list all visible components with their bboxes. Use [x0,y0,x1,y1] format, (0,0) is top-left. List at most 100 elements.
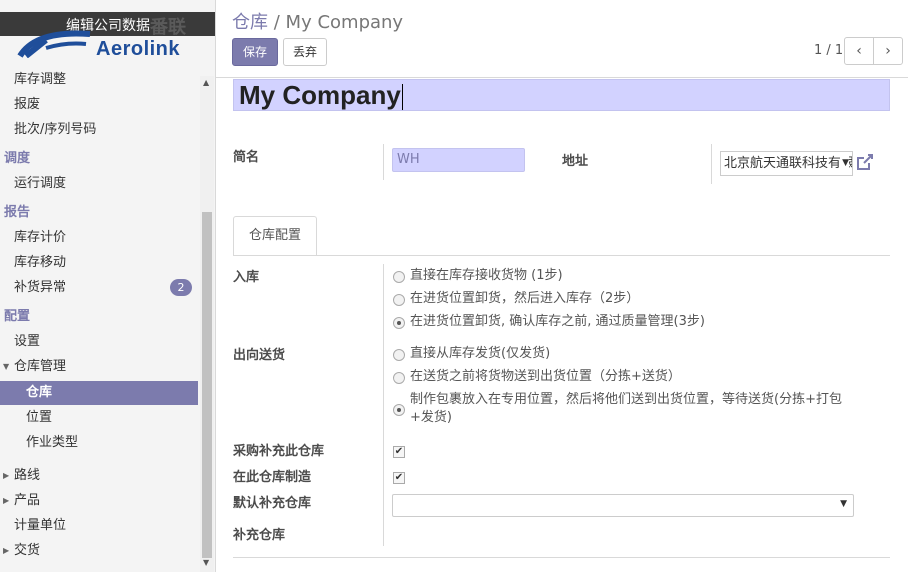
sidebar-item-label: 位置 [26,410,53,425]
tab-underline [233,255,890,256]
short-name-input[interactable]: WH [392,148,525,172]
incoming-two-steps-radio[interactable] [393,294,405,306]
incoming-option-label: 在进货位置卸货，然后进入库存（2步） [410,291,640,306]
sidebar-item-locations[interactable]: 位置 [0,406,198,430]
exception-count-badge: 2 [170,279,192,296]
tab-warehouse-configuration[interactable]: 仓库配置 [233,216,317,256]
breadcrumb-parent-link[interactable]: 仓库 [232,12,268,33]
sidebar-item-stock-valuation[interactable]: 库存计价 [0,226,198,250]
manufacture-label: 在此仓库制造 [233,470,312,485]
caret-right-icon: ▶ [3,546,10,555]
incoming-option-label: 直接在库存接收货物 (1步) [410,268,563,283]
incoming-three-steps-radio[interactable] [393,317,405,329]
scrollbar-thumb[interactable] [202,212,212,558]
buy-resupply-checkbox[interactable]: ✔ [393,446,405,458]
default-resupply-select[interactable]: ▼ [392,494,854,517]
outgoing-pick-pack-ship-radio[interactable] [393,404,405,416]
scroll-up-icon[interactable]: ▲ [203,78,209,87]
section-divider [233,557,890,558]
sidebar-item-label: 计量单位 [14,518,67,533]
caret-down-icon: ▼ [3,362,10,371]
sidebar-item-warehouses[interactable]: 仓库 [0,381,198,405]
sidebar-section-scheduling: 调度 [4,151,31,166]
checkmark-icon: ✔ [394,472,404,483]
field-divider [383,144,384,180]
sidebar-item-procurement-exceptions[interactable]: 补货异常 2 [0,276,198,300]
sidebar-item-label: 交货 [14,543,41,558]
outgoing-option-label: 在送货之前将货物送到出货位置（分拣+送货） [410,369,681,384]
sidebar-item-label: 路线 [14,468,41,483]
breadcrumb-separator: / [273,12,280,33]
pager-next-button[interactable]: › [873,37,903,65]
sidebar-item-lots-serials[interactable]: 批次/序列号码 [0,118,198,142]
sidebar-item-routes[interactable]: ▶ 路线 [0,464,198,488]
outgoing-option-label: 直接从库存发货(仅发货) [410,346,551,361]
outgoing-ship-only-radio[interactable] [393,349,405,361]
sidebar-item-inventory-adjustment[interactable]: 库存调整 [0,68,198,92]
sidebar-item-label: 设置 [14,334,41,349]
code-label: 简名 [233,150,260,165]
caret-right-icon: ▶ [3,471,10,480]
sidebar-item-operation-types[interactable]: 作业类型 [0,431,198,455]
discard-button[interactable]: 丢弃 [283,38,327,66]
buy-resupply-label: 采购补充此仓库 [233,444,325,459]
sidebar-item-run-scheduler[interactable]: 运行调度 [0,172,198,196]
sidebar-item-label: 运行调度 [14,176,67,191]
save-button[interactable]: 保存 [232,38,278,66]
incoming-option-label: 在进货位置卸货, 确认库存之前, 通过质量管理(3步) [410,314,705,329]
incoming-label: 入库 [233,270,260,285]
sidebar-item-label: 批次/序列号码 [14,122,97,137]
sidebar-scrollbar[interactable]: ▲ ▼ [200,76,214,572]
sidebar-item-settings[interactable]: 设置 [0,330,198,354]
sidebar-item-stock-moves[interactable]: 库存移动 [0,251,198,275]
outgoing-label: 出向送货 [233,348,286,363]
pager-previous-button[interactable]: ‹ [844,37,874,65]
sidebar-item-label: 仓库 [26,385,53,400]
outgoing-option-label: 制作包裹放入在专用位置，然后将他们送到出货位置，等待送货(分拣+打包 [410,392,842,407]
breadcrumb-current: My Company [285,12,404,33]
sidebar: 编辑公司数据 番联 Aerolink 库存调整 报废 批次/序列号码 调度 运行… [0,0,216,572]
default-resupply-label: 默认补充仓库 [233,496,312,511]
sidebar-item-label: 作业类型 [26,435,79,450]
sidebar-item-scrap[interactable]: 报废 [0,93,198,117]
logo-swoosh-icon [17,30,91,58]
checkmark-icon: ✔ [394,446,404,457]
field-divider [383,264,384,546]
sidebar-item-label: 库存移动 [14,255,67,270]
breadcrumb: 仓库 / My Company [232,8,403,34]
sidebar-section-configuration: 配置 [4,309,31,324]
manufacture-checkbox[interactable]: ✔ [393,472,405,484]
control-panel-divider [216,77,908,78]
address-label: 地址 [562,154,589,169]
external-link-icon[interactable] [856,153,874,171]
field-divider [711,144,712,184]
sidebar-item-label: 补货异常 [14,280,67,295]
dropdown-arrow-icon: ▼ [840,152,849,175]
outgoing-pick-ship-radio[interactable] [393,372,405,384]
warehouse-name-input[interactable]: My Company [233,79,890,111]
sidebar-section-reports: 报告 [4,205,31,220]
incoming-one-step-radio[interactable] [393,271,405,283]
sidebar-item-label: 库存调整 [14,72,67,87]
chevron-left-icon: ‹ [856,43,862,59]
caret-right-icon: ▶ [3,496,10,505]
address-select-value: 北京航天通联科技有限公司 [724,156,852,171]
sidebar-item-label: 报废 [14,97,41,112]
sidebar-item-delivery[interactable]: ▶ 交货 [0,539,198,563]
dropdown-arrow-icon: ▼ [840,499,847,509]
sidebar-item-label: 库存计价 [14,230,67,245]
pager-counter: 1 / 1 [814,43,844,58]
resupply-from-label: 补充仓库 [233,528,286,543]
sidebar-item-warehouse-management[interactable]: ▼ 仓库管理 [0,355,198,379]
chevron-right-icon: › [885,43,891,59]
logo-brand-text: Aerolink [96,38,181,60]
outgoing-option-label-continued: +发货) [410,410,452,425]
sidebar-item-label: 仓库管理 [14,359,67,374]
scroll-down-icon[interactable]: ▼ [203,558,209,567]
logo-watermark: 番联 [150,17,186,38]
company-logo[interactable]: 编辑公司数据 番联 Aerolink [0,0,215,62]
address-select[interactable]: 北京航天通联科技有限公司 ▼ [720,151,853,176]
sidebar-item-label: 产品 [14,493,41,508]
sidebar-item-products[interactable]: ▶ 产品 [0,489,198,513]
sidebar-item-units-of-measure[interactable]: 计量单位 [0,514,198,538]
